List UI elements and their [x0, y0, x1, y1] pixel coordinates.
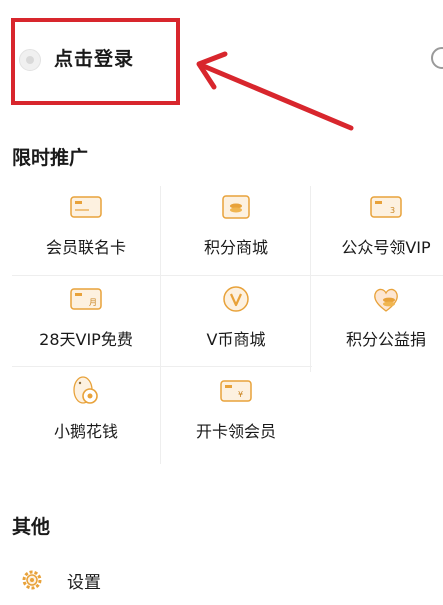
- settings-row[interactable]: 设置: [0, 560, 443, 600]
- member-card-icon: [70, 196, 102, 218]
- promo-item-label: 小鹅花钱: [53, 422, 118, 441]
- pointer-arrow: [196, 51, 354, 131]
- promo-item-label: V币商城: [206, 330, 266, 349]
- promo-item-little-goose-money[interactable]: 小鹅花钱: [12, 370, 160, 462]
- open-card-member-icon: ¥: [220, 380, 252, 402]
- promo-item-label: 会员联名卡: [45, 238, 126, 257]
- promo-item-label: 公众号领VIP: [341, 238, 431, 257]
- promo-item-points-mall[interactable]: 积分商城: [162, 186, 310, 278]
- svg-text:¥: ¥: [238, 390, 243, 399]
- promo-item-label: 28天VIP免费: [39, 330, 133, 349]
- little-goose-money-icon: [73, 376, 98, 404]
- promo-item-free-vip[interactable]: 月 28天VIP免费: [12, 278, 160, 370]
- promo-item-vcoin-mall[interactable]: V币商城: [162, 278, 310, 370]
- points-mall-icon: [222, 195, 250, 219]
- promo-item-label: 积分公益捐: [345, 330, 426, 349]
- svg-text:月: 月: [89, 298, 97, 307]
- grid-divider: [160, 186, 161, 464]
- grid-divider: [310, 186, 311, 372]
- settings-label: 设置: [67, 573, 101, 593]
- vcoin-mall-icon: [223, 286, 249, 312]
- promo-item-official-account-vip[interactable]: 3 公众号领VIP: [312, 186, 443, 278]
- svg-text:3: 3: [390, 206, 395, 215]
- section-title-other: 其他: [12, 516, 51, 538]
- gear-icon: [22, 570, 42, 590]
- official-account-vip-icon: 3: [370, 196, 402, 218]
- promo-item-open-card-member[interactable]: ¥ 开卡领会员: [162, 370, 310, 462]
- promo-item-label: 开卡领会员: [195, 422, 276, 441]
- charity-donation-icon: [374, 288, 398, 312]
- promo-item-charity-donation[interactable]: 积分公益捐: [312, 278, 443, 370]
- promo-item-label: 积分商城: [203, 238, 268, 257]
- free-vip-card-icon: 月: [70, 288, 102, 310]
- section-title-promo: 限时推广: [12, 147, 89, 169]
- promo-item-member-card[interactable]: 会员联名卡: [12, 186, 160, 278]
